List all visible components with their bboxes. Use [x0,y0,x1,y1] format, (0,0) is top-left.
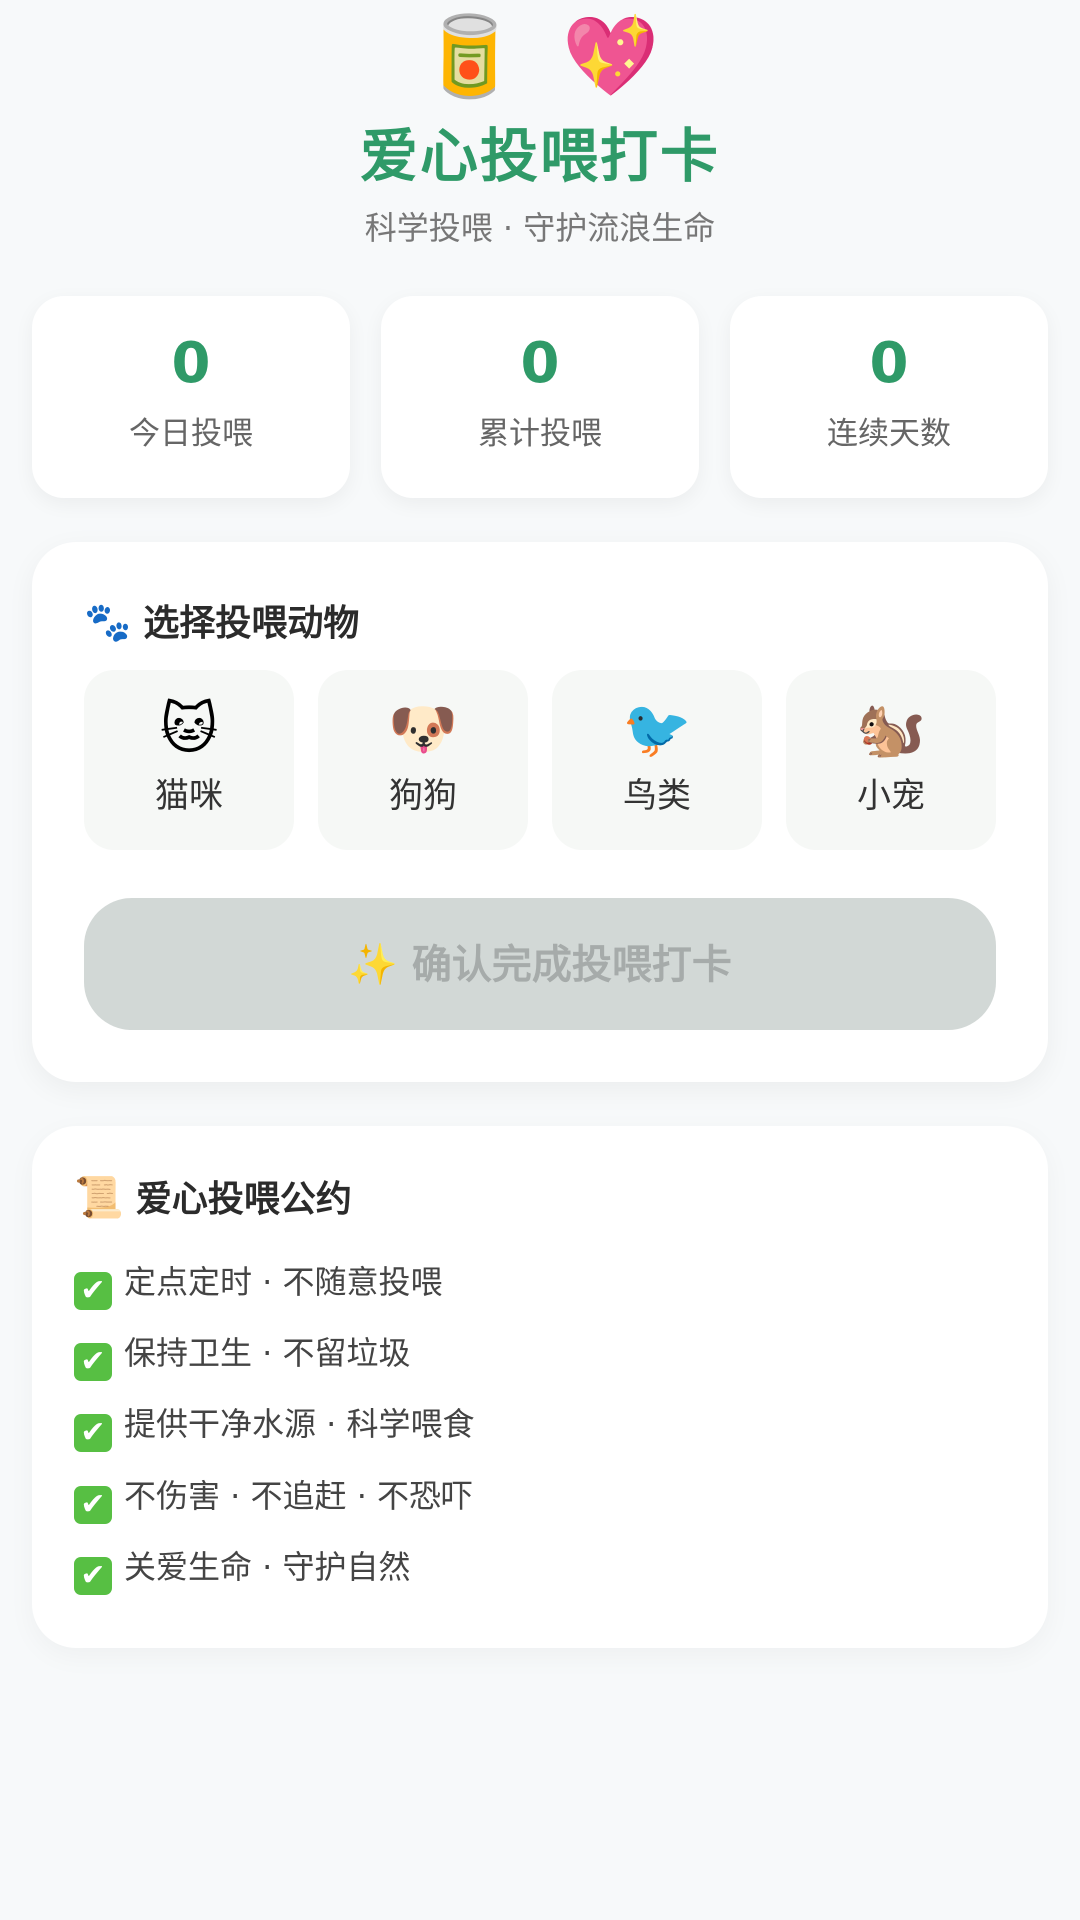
rule-item: ✔ 保持卫生 · 不留垃圾 [74,1327,411,1381]
check-mark-icon: ✔ [74,1414,112,1452]
stat-label-today: 今日投喂 [129,416,253,452]
stat-card-total: 0 累计投喂 [381,296,699,498]
rule-text: 提供干净水源 · 科学喂食 [124,1405,475,1443]
check-mark-icon: ✔ [74,1557,112,1595]
animal-option-label: 鸟类 [623,776,691,816]
animal-option-label: 猫咪 [155,776,223,816]
stat-value-streak: 0 [869,331,909,396]
header: 🥫 💖 爱心投喂打卡 科学投喂 · 守护流浪生命 [0,0,1080,260]
rule-item: ✔ 提供干净水源 · 科学喂食 [74,1398,475,1452]
animal-option-label: 小宠 [857,776,925,816]
page-subtitle: 科学投喂 · 守护流浪生命 [364,209,716,247]
bird-icon: 🐦 [622,697,692,762]
stats-row: 0 今日投喂 0 累计投喂 0 连续天数 [32,296,1048,498]
rule-item: ✔ 定点定时 · 不随意投喂 [74,1256,443,1310]
animal-selection-title: 选择投喂动物 [143,603,360,644]
feeding-rules-panel: 📜 爱心投喂公约 ✔ 定点定时 · 不随意投喂 ✔ 保持卫生 · 不留垃圾 ✔ 提供干净… [32,1126,1048,1648]
confirm-checkin-button[interactable]: ✨ 确认完成投喂打卡 [84,898,996,1030]
canned-food-icon: 🥫 [420,12,518,102]
check-mark-icon: ✔ [74,1486,112,1524]
paw-prints-icon: 🐾 [84,600,132,644]
rule-text: 定点定时 · 不随意投喂 [124,1263,443,1301]
cat-face-icon: 🐱 [159,697,219,762]
stat-label-streak: 连续天数 [827,416,951,452]
sparkling-heart-icon: 💖 [562,12,660,102]
rule-text: 保持卫生 · 不留垃圾 [124,1334,411,1372]
check-mark-icon: ✔ [74,1343,112,1381]
scroll-icon: 📜 [74,1175,124,1221]
animal-option-cat[interactable]: 🐱 猫咪 [84,670,294,850]
rule-item: ✔ 不伤害 · 不追赶 · 不恐吓 [74,1470,474,1524]
animal-selection-panel: 🐾 选择投喂动物 🐱 猫咪 🐶 狗狗 🐦 鸟类 🐿️ 小宠 ✨ 确认完成投喂打卡 [32,542,1048,1082]
animal-option-small-pet[interactable]: 🐿️ 小宠 [786,670,996,850]
animal-option-bird[interactable]: 🐦 鸟类 [552,670,762,850]
dog-face-icon: 🐶 [388,697,458,762]
stat-label-total: 累计投喂 [478,416,602,452]
rules-title: 爱心投喂公约 [135,1179,352,1220]
chipmunk-icon: 🐿️ [856,697,926,762]
stat-card-streak: 0 连续天数 [730,296,1048,498]
rule-text: 关爱生命 · 守护自然 [124,1548,411,1586]
stat-card-today: 0 今日投喂 [32,296,350,498]
animal-options: 🐱 猫咪 🐶 狗狗 🐦 鸟类 🐿️ 小宠 [84,670,996,850]
feeding-checkin-page: 🥫 💖 爱心投喂打卡 科学投喂 · 守护流浪生命 0 今日投喂 0 累计投喂 0… [0,0,1080,1920]
confirm-checkin-label: 确认完成投喂打卡 [411,943,732,987]
rule-text: 不伤害 · 不追赶 · 不恐吓 [124,1477,474,1515]
stat-value-total: 0 [520,331,560,396]
animal-option-dog[interactable]: 🐶 狗狗 [318,670,528,850]
animal-selection-heading: 🐾 选择投喂动物 [84,594,359,650]
stat-value-today: 0 [171,331,211,396]
rule-item: ✔ 关爱生命 · 守护自然 [74,1541,411,1595]
header-icons: 🥫 💖 [0,12,1080,102]
sparkles-icon: ✨ [348,943,398,987]
check-mark-icon: ✔ [74,1272,112,1310]
rules-heading: 📜 爱心投喂公约 [74,1170,352,1226]
page-title: 爱心投喂打卡 [359,122,720,190]
animal-option-label: 狗狗 [389,776,457,816]
